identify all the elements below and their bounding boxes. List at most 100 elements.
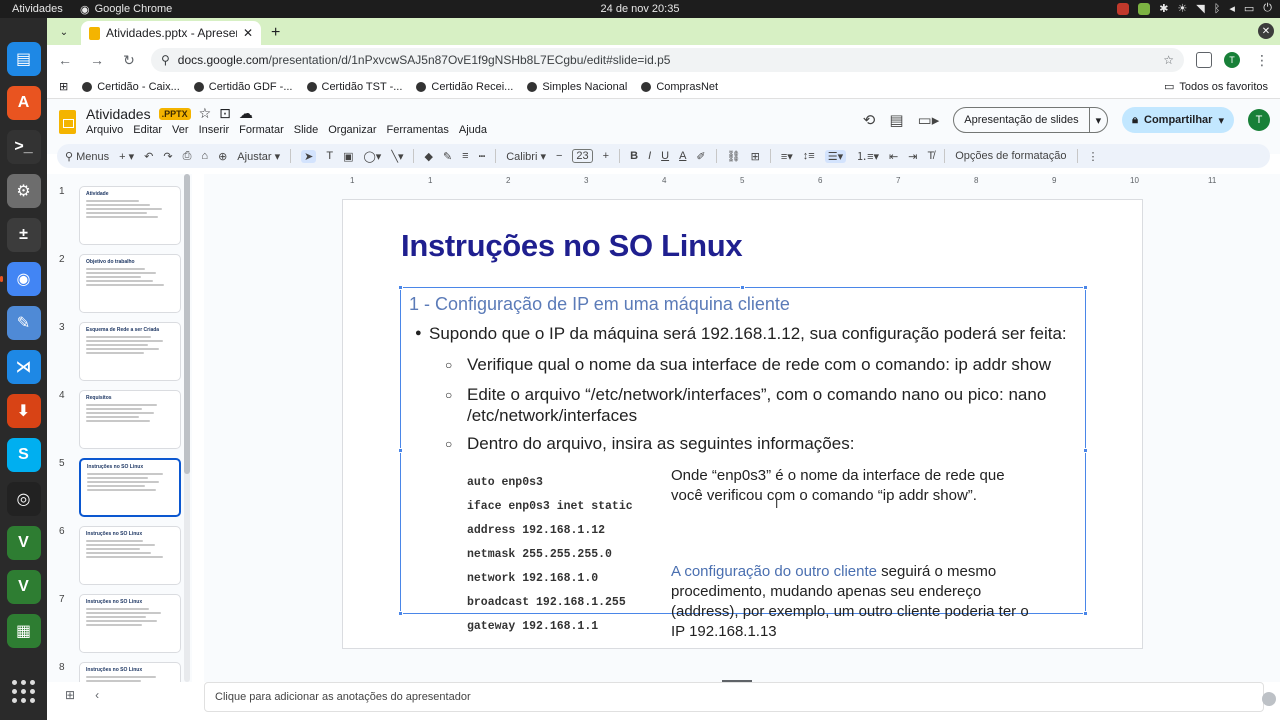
indicator-red-icon[interactable] [1117,2,1130,15]
align-icon[interactable]: ≡▾ [781,150,793,163]
explore-icon[interactable] [1262,692,1276,706]
bluetooth-icon[interactable]: ᛒ [1214,3,1221,15]
increase-indent-icon[interactable]: ⇥ [908,150,917,163]
slide-thumbnail-row[interactable]: 1 Atividade [59,186,181,245]
bookmark-item[interactable]: Certidão TST -... [306,81,402,93]
menu-item[interactable]: Formatar [239,124,284,136]
star-icon[interactable]: ☆ [199,105,212,122]
menu-item[interactable]: Ferramentas [387,124,449,136]
slide-thumbnail[interactable]: Instruções no SO Linux [79,594,181,653]
clock[interactable]: 24 de nov 20:35 [0,3,1280,15]
slideshow-button[interactable]: Apresentação de slides ▾ [953,107,1109,133]
battery-icon[interactable]: ▭ [1244,2,1254,15]
resize-handle[interactable] [398,285,403,290]
menus-search[interactable]: ⚲ Menus [65,150,109,163]
slide-thumbnail-row[interactable]: 5 Instruções no SO Linux [59,458,181,517]
window-close-button[interactable]: ✕ [1258,23,1274,39]
settings-icon[interactable]: ⚙ [6,174,41,208]
bookmark-item[interactable]: Certidão Recei... [416,81,513,93]
menu-item[interactable]: Ajuda [459,124,487,136]
slide-canvas[interactable]: Instruções no SO Linux 1 - Configuração … [342,199,1143,697]
meet-icon[interactable]: ▭▸ [918,111,940,129]
new-tab-button[interactable]: + [271,24,280,42]
vertical-ruler[interactable] [204,192,216,672]
accessibility-icon[interactable]: ✱ [1159,2,1168,15]
ubuntu-software-icon[interactable]: A [6,86,41,120]
border-color-icon[interactable]: ✎ [443,150,452,163]
vpn-2-icon[interactable]: V [6,570,41,604]
collapse-filmstrip-icon[interactable]: ‹ [95,688,99,702]
downloader-icon[interactable]: ⬇ [6,394,41,428]
forward-icon[interactable]: → [87,52,107,68]
resize-handle[interactable] [398,611,403,616]
slide-thumbnail[interactable]: Instruções no SO Linux [79,662,181,682]
slide-thumbnail-row[interactable]: 4 Requisitos [59,390,181,449]
obs-icon[interactable]: ◎ [6,482,41,516]
show-applications-icon[interactable] [6,674,40,708]
vpn-icon[interactable]: V [6,526,41,560]
document-title[interactable]: Atividades [86,106,151,122]
slide-thumbnail[interactable]: Atividade [79,186,181,245]
move-folder-icon[interactable]: ⊡ [219,105,231,122]
apps-grid-icon[interactable]: ⊞ [59,80,68,93]
slide-title[interactable]: Instruções no SO Linux [401,228,743,264]
underline-icon[interactable]: U [661,150,669,162]
reload-icon[interactable]: ↻ [119,52,139,69]
active-tab[interactable]: Atividades.pptx - Apresentaç ✕ [81,21,261,45]
activities-button[interactable]: Atividades [0,3,80,15]
filmstrip-scrollbar[interactable] [184,174,190,682]
bookmark-item[interactable]: Simples Nacional [527,81,627,93]
menu-item[interactable]: Editar [133,124,162,136]
extensions-icon[interactable] [1196,52,1212,68]
wifi-icon[interactable]: ◥ [1196,2,1204,15]
more-options-icon[interactable]: ⋮ [1088,150,1099,163]
cloud-status-icon[interactable]: ☁ [239,105,253,122]
tab-search-icon[interactable]: ⌄ [53,21,75,43]
power-icon[interactable]: ⏻ [1263,2,1272,15]
text-editor-icon[interactable]: ✎ [6,306,41,340]
numbered-list-icon[interactable]: ⒈≡▾ [856,148,879,164]
slide-thumbnail-row[interactable]: 3 Esquema de Rede a ser Criada [59,322,181,381]
tab-close-icon[interactable]: ✕ [243,26,253,40]
slide-thumbnail-row[interactable]: 8 Instruções no SO Linux [59,662,181,682]
slide-thumbnail-row[interactable]: 2 Objetivo do trabalho [59,254,181,313]
slide-thumbnail[interactable]: Requisitos [79,390,181,449]
app-menu[interactable]: ◉ Google Chrome [80,3,172,16]
decrease-indent-icon[interactable]: ⇤ [889,150,898,163]
calculator-icon[interactable]: ± [6,218,41,252]
bookmark-star-icon[interactable]: ☆ [1163,53,1174,67]
border-dash-icon[interactable]: ┅ [479,150,486,163]
resize-handle[interactable] [1083,611,1088,616]
bookmark-item[interactable]: ComprasNet [641,81,718,93]
chrome-icon[interactable]: ◉ [0,262,41,296]
libreoffice-writer-icon[interactable]: ▤ [6,42,41,76]
image-tool-icon[interactable]: ▣ [343,150,353,163]
comments-icon[interactable]: ▤ [889,111,903,129]
fill-color-icon[interactable]: ◆ [424,150,432,163]
zoom-icon[interactable]: ⊕ [218,150,227,163]
bulleted-list-icon[interactable]: ☰▾ [824,149,847,163]
paint-format-icon[interactable]: ⌂ [201,150,208,162]
menu-item[interactable]: Organizar [328,124,376,136]
slide-thumbnail-row[interactable]: 6 Instruções no SO Linux [59,526,181,585]
font-select[interactable]: Calibri ▾ [506,150,546,163]
bookmark-item[interactable]: Certidão GDF -... [193,81,293,93]
select-tool-icon[interactable]: ➤ [301,149,317,163]
bookmark-item[interactable]: Certidão - Caix... [82,81,180,93]
text-color-icon[interactable]: A [679,150,686,162]
skype-icon[interactable]: S [6,438,41,472]
textbox-tool-icon[interactable]: T [326,150,333,162]
resize-handle[interactable] [398,448,403,453]
grid-view-icon[interactable]: ⊞ [65,688,75,702]
system-tray[interactable]: ✱ ☀ ◥ ᛒ ◂ ▭ ⏻ [1117,2,1272,15]
new-slide-button[interactable]: + ▾ [119,150,134,163]
site-info-icon[interactable]: ⚲ [161,53,170,67]
slide-thumbnail-row[interactable]: 7 Instruções no SO Linux [59,594,181,653]
url-input[interactable]: ⚲ docs.google.com/presentation/d/1nPxvcw… [151,48,1184,72]
volume-icon[interactable]: ◂ [1229,2,1235,15]
menu-item[interactable]: Inserir [199,124,230,136]
line-tool-icon[interactable]: ╲▾ [391,150,403,163]
account-avatar[interactable]: T [1248,109,1270,131]
vscode-icon[interactable]: ⋊ [6,350,41,384]
menu-item[interactable]: Slide [294,124,318,136]
